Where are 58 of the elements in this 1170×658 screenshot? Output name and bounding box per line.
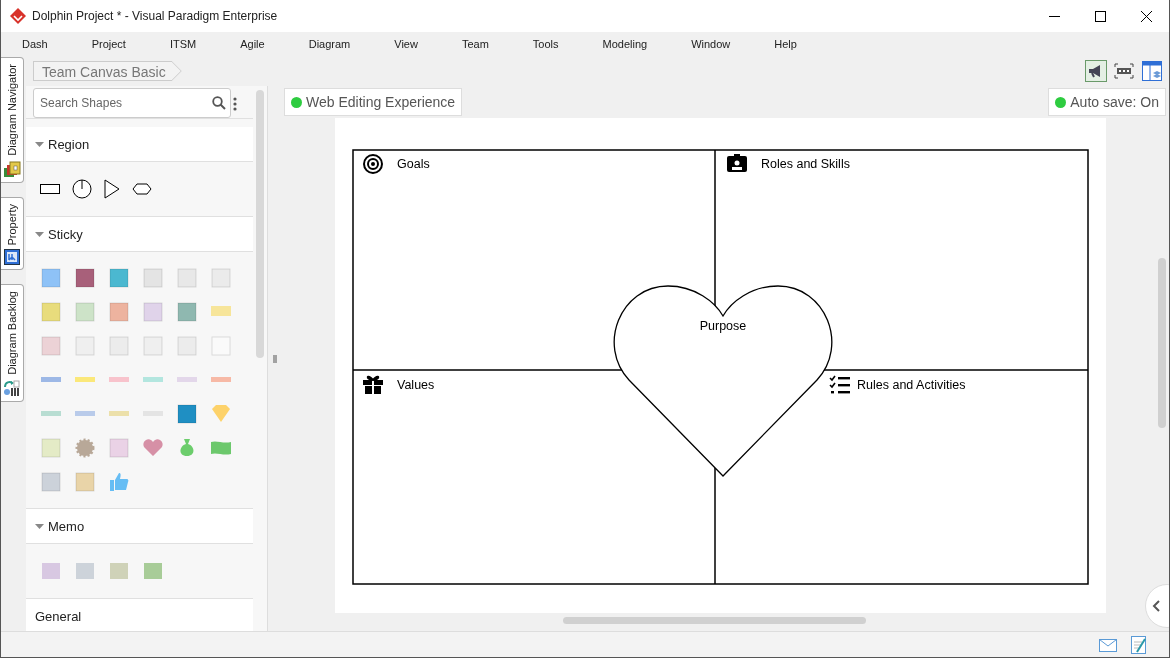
scrollbar-thumb[interactable] — [1158, 258, 1166, 428]
search-icon — [212, 96, 226, 110]
section-header[interactable]: Region — [26, 127, 253, 162]
quadrant-label: Roles and Skills — [761, 157, 850, 171]
menu-item[interactable]: Tools — [520, 38, 571, 50]
quadrant-label: Values — [397, 378, 435, 392]
web-editing-badge[interactable]: Web Editing Experience — [284, 88, 463, 116]
property-sheet-icon — [4, 249, 20, 266]
menu-item[interactable]: Project — [79, 38, 138, 50]
megaphone-icon[interactable] — [1085, 60, 1107, 82]
backlog-icon — [3, 379, 21, 398]
quadrant-label: Goals — [397, 157, 430, 171]
fit-to-screen-icon[interactable] — [1113, 60, 1135, 82]
layers-window-icon[interactable] — [1141, 60, 1163, 82]
section-header[interactable]: Sticky — [26, 217, 253, 252]
triangle-shape-icon[interactable] — [104, 179, 120, 199]
hexagon-shape-icon[interactable] — [132, 183, 152, 195]
section-header[interactable]: Memo — [26, 509, 253, 544]
menu-item[interactable]: Window — [679, 38, 743, 50]
menu-item[interactable]: Modeling — [590, 38, 660, 50]
close-icon — [1140, 10, 1152, 22]
menu-item[interactable]: Team — [449, 38, 501, 50]
section-header[interactable]: General — [26, 599, 253, 631]
target-icon — [363, 154, 383, 174]
menu-item[interactable]: Dash — [10, 38, 60, 50]
status-dot — [1055, 96, 1067, 108]
scrollbar-thumb[interactable] — [256, 90, 264, 358]
quadrant-label: Rules and Activities — [857, 378, 966, 392]
rectangle-shape-icon[interactable] — [40, 184, 60, 194]
gift-icon — [363, 375, 383, 394]
more-options-icon[interactable] — [233, 97, 237, 111]
checklist-icon — [829, 375, 850, 394]
app-logo-icon — [10, 8, 26, 24]
maximize-icon — [1094, 10, 1106, 22]
menu-item[interactable]: Help — [762, 38, 809, 50]
menu-item[interactable]: View — [382, 38, 430, 50]
scrollbar-thumb[interactable] — [563, 617, 866, 624]
side-tab[interactable]: Diagram Navigator — [1, 57, 24, 183]
status-dot — [291, 96, 302, 108]
side-tab[interactable]: Property — [1, 196, 24, 271]
search-field[interactable]: Search Shapes — [33, 88, 231, 118]
menu-item[interactable]: ITSM — [157, 38, 209, 50]
center-label: Purpose — [699, 319, 747, 333]
id-badge-icon — [727, 154, 747, 172]
folder-stack-icon — [3, 159, 21, 178]
mail-icon[interactable] — [1099, 638, 1117, 652]
side-tab[interactable]: Diagram Backlog — [1, 284, 24, 403]
window-title: Dolphin Project * - Visual Paradigm Enterprise — [32, 9, 279, 23]
splitter-handle-icon[interactable] — [272, 354, 277, 363]
menu-item[interactable]: Agile — [228, 38, 277, 50]
caret-icon — [35, 523, 44, 529]
caret-icon — [35, 141, 44, 147]
chevron-left-icon — [1152, 600, 1160, 612]
circle-shape-icon[interactable] — [72, 179, 92, 199]
auto-save-badge[interactable]: Auto save: On — [1048, 88, 1166, 116]
caret-icon — [35, 231, 44, 237]
menu-item[interactable]: Diagram — [296, 38, 363, 50]
note-edit-icon[interactable] — [1131, 636, 1147, 654]
